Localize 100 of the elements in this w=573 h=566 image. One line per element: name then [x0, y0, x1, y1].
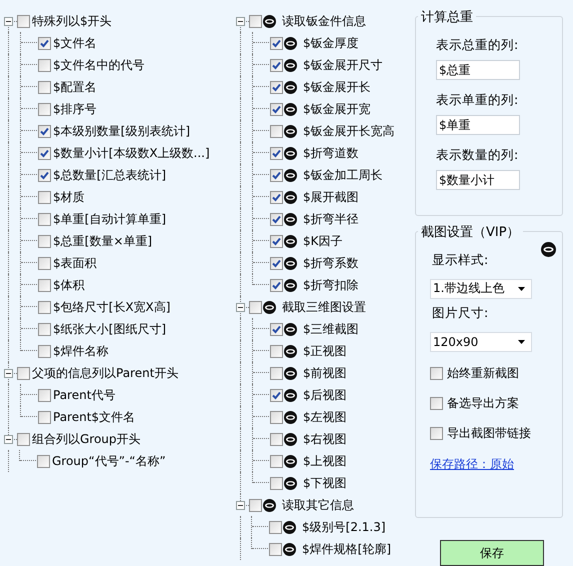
tree-node-label[interactable]: $文件名中的代号 — [53, 56, 145, 74]
tree-node-label[interactable]: $本级别数量[级别表统计] — [53, 122, 190, 140]
checkbox[interactable] — [270, 454, 283, 468]
tree-node-label[interactable]: $左视图 — [303, 408, 347, 426]
tree-node-label[interactable]: $正视图 — [303, 342, 347, 360]
tree-node-label[interactable]: $下视图 — [303, 474, 347, 492]
tree-node-label[interactable]: $包络尺寸[长X宽X高] — [53, 298, 170, 316]
checkbox[interactable] — [38, 322, 51, 336]
checkbox[interactable] — [270, 388, 283, 402]
checkbox[interactable] — [430, 396, 443, 410]
tree-node-label[interactable]: $材质 — [53, 188, 85, 206]
tree-node-label[interactable]: $折弯扣除 — [303, 276, 359, 294]
tree-node-label[interactable]: 组合列以Group开头 — [32, 430, 141, 448]
tree-node-label[interactable]: 父项的信息列以Parent开头 — [32, 364, 178, 382]
checkbox[interactable] — [270, 102, 283, 116]
tree-node-label[interactable]: 截取三维图设置 — [282, 298, 366, 316]
collapse-toggle[interactable] — [236, 302, 245, 312]
tree-node-label[interactable]: 读取钣金件信息 — [282, 12, 366, 30]
tree-node-label[interactable]: $表面积 — [53, 254, 97, 272]
checkbox[interactable] — [270, 432, 283, 446]
collapse-toggle[interactable] — [4, 434, 13, 444]
checkbox[interactable] — [17, 366, 30, 380]
checkbox[interactable] — [270, 58, 283, 72]
checkbox[interactable] — [38, 124, 51, 138]
tree-node-label[interactable]: $钣金厚度 — [303, 34, 359, 52]
save-path-link[interactable]: 保存路径：原始 — [430, 456, 554, 473]
checkbox[interactable] — [38, 146, 51, 160]
tree-node-label[interactable]: $后视图 — [303, 386, 347, 404]
checkbox[interactable] — [270, 344, 283, 358]
tree-node-label[interactable]: $钣金展开宽 — [303, 100, 371, 118]
tree-node-label[interactable]: $钣金加工周长 — [303, 166, 383, 184]
checkbox[interactable] — [249, 498, 262, 512]
tree-node-label[interactable]: $前视图 — [303, 364, 347, 382]
checkbox[interactable] — [270, 322, 283, 336]
checkbox[interactable] — [38, 190, 51, 204]
checkbox[interactable] — [38, 234, 51, 248]
tree-node-label[interactable]: $焊件规格[轮廓] — [302, 540, 391, 558]
checkbox[interactable] — [270, 80, 283, 94]
checkbox[interactable] — [270, 278, 283, 292]
checkbox[interactable] — [270, 190, 283, 204]
tree-node-label[interactable]: $展开截图 — [303, 188, 359, 206]
input-field[interactable]: $数量小计 — [436, 170, 520, 190]
tree-node-label[interactable]: $钣金展开长 — [303, 78, 371, 96]
tree-node-label[interactable]: $钣金展开长宽高 — [303, 122, 395, 140]
checkbox[interactable] — [38, 410, 51, 424]
tree-node-label[interactable]: $总重[数量×单重] — [53, 232, 152, 250]
tree-node-label[interactable]: $体积 — [53, 276, 85, 294]
checkbox[interactable] — [38, 344, 51, 358]
collapse-toggle[interactable] — [4, 368, 13, 378]
checkbox[interactable] — [269, 520, 282, 534]
checkbox[interactable] — [38, 278, 51, 292]
checkbox-label[interactable]: 始终重新截图 — [447, 364, 519, 382]
tree-node-label[interactable]: $折弯半径 — [303, 210, 359, 228]
checkbox[interactable] — [270, 410, 283, 424]
tree-node-label[interactable]: $配置名 — [53, 78, 97, 96]
tree-node-label[interactable]: $折弯系数 — [303, 254, 359, 272]
checkbox[interactable] — [38, 300, 51, 314]
checkbox[interactable] — [270, 256, 283, 270]
collapse-toggle[interactable] — [4, 16, 13, 26]
collapse-toggle[interactable] — [236, 16, 245, 26]
tree-node-label[interactable]: $折弯道数 — [303, 144, 359, 162]
tree-node-label[interactable]: 特殊列以$开头 — [32, 12, 112, 30]
checkbox[interactable] — [270, 124, 283, 138]
tree-node-label[interactable]: $单重[自动计算单重] — [53, 210, 166, 228]
input-field[interactable]: $单重 — [436, 115, 520, 135]
checkbox[interactable] — [37, 454, 50, 468]
checkbox[interactable] — [270, 234, 283, 248]
tree-node-label[interactable]: $K因子 — [303, 232, 343, 250]
collapse-toggle[interactable] — [236, 500, 245, 510]
checkbox[interactable] — [430, 366, 443, 380]
checkbox-label[interactable]: 导出截图带链接 — [447, 424, 531, 442]
checkbox-label[interactable]: 备选导出方案 — [447, 394, 519, 412]
checkbox[interactable] — [38, 36, 51, 50]
dropdown[interactable]: 1.带边线上色 — [430, 278, 532, 299]
checkbox[interactable] — [249, 14, 262, 28]
tree-node-label[interactable]: $总数量[汇总表统计] — [53, 166, 166, 184]
tree-node-label[interactable]: 读取其它信息 — [282, 496, 354, 514]
checkbox[interactable] — [270, 476, 283, 490]
checkbox[interactable] — [38, 168, 51, 182]
tree-node-label[interactable]: $文件名 — [53, 34, 97, 52]
checkbox[interactable] — [17, 432, 30, 446]
tree-node-label[interactable]: Parent$文件名 — [53, 408, 136, 426]
tree-node-label[interactable]: Parent代号 — [53, 386, 116, 404]
tree-node-label[interactable]: $纸张大小[图纸尺寸] — [53, 320, 166, 338]
save-button[interactable]: 保存 — [440, 540, 544, 566]
checkbox[interactable] — [270, 168, 283, 182]
checkbox[interactable] — [270, 36, 283, 50]
checkbox[interactable] — [270, 212, 283, 226]
tree-node-label[interactable]: Group“代号”-“名称” — [52, 452, 166, 470]
tree-node-label[interactable]: $钣金展开尺寸 — [303, 56, 383, 74]
tree-node-label[interactable]: $排序号 — [53, 100, 97, 118]
checkbox[interactable] — [430, 426, 443, 440]
tree-node-label[interactable]: $右视图 — [303, 430, 347, 448]
checkbox[interactable] — [38, 256, 51, 270]
dropdown[interactable]: 120x90 — [430, 332, 532, 352]
checkbox[interactable] — [38, 212, 51, 226]
checkbox[interactable] — [17, 14, 30, 28]
tree-node-label[interactable]: $级别号[2.1.3] — [302, 518, 386, 536]
checkbox[interactable] — [38, 388, 51, 402]
checkbox[interactable] — [38, 102, 51, 116]
